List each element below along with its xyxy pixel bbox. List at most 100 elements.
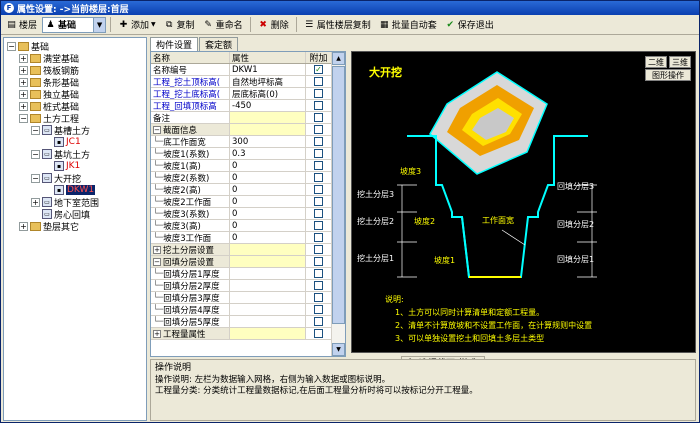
- property-grid[interactable]: 名称 属性 附加 名称编号 DKW1 ✓ 工程_挖土顶标高(自然地坪标高 工程_挖土底标…: [150, 51, 346, 357]
- expand-icon[interactable]: +: [19, 101, 28, 111]
- grid-row[interactable]: └─ 坡度1(系数) 0.3: [151, 148, 345, 160]
- extra-checkbox[interactable]: [314, 221, 323, 230]
- grid-row[interactable]: 工程_挖土顶标高(自然地坪标高: [151, 76, 345, 88]
- extra-checkbox[interactable]: ✓: [314, 65, 323, 74]
- grid-row[interactable]: └─ 坡度2(系数) 0: [151, 172, 345, 184]
- component-type-combo[interactable]: ♟ 基础 ▼: [42, 16, 107, 33]
- expand-icon[interactable]: +: [19, 221, 28, 231]
- expand-icon[interactable]: +: [19, 77, 28, 87]
- tree-node-selected[interactable]: ▪ DKW1: [54, 184, 96, 196]
- grid-cell-value[interactable]: DKW1: [230, 64, 306, 75]
- grid-row[interactable]: 工程_挖土底标高(层底标高(0): [151, 88, 345, 100]
- scroll-up-icon[interactable]: ▲: [332, 52, 345, 65]
- grid-cell-value[interactable]: [230, 280, 306, 291]
- extra-checkbox[interactable]: [314, 281, 323, 290]
- expand-icon[interactable]: +: [19, 89, 28, 99]
- grid-cell-value[interactable]: [230, 304, 306, 315]
- extra-checkbox[interactable]: [314, 209, 323, 218]
- grid-row[interactable]: − 截面信息: [151, 124, 345, 136]
- grid-row[interactable]: − 回填分层设置: [151, 256, 345, 268]
- grid-cell-value[interactable]: 0.3: [230, 148, 306, 159]
- grid-cell-value[interactable]: [230, 124, 306, 135]
- vertical-scrollbar[interactable]: ▲ ▼: [331, 52, 345, 356]
- grid-cell-value[interactable]: 层底标高(0): [230, 88, 306, 99]
- tree-node[interactable]: + 筏板钢筋: [19, 64, 79, 77]
- grid-row[interactable]: └─ 回填分层4厚度: [151, 304, 345, 316]
- extra-checkbox[interactable]: [314, 245, 323, 254]
- grid-cell-value[interactable]: 300: [230, 136, 306, 147]
- rename-button[interactable]: ✎ 重命名: [200, 16, 246, 33]
- extra-checkbox[interactable]: [314, 293, 323, 302]
- extra-checkbox[interactable]: [314, 137, 323, 146]
- grid-cell-value[interactable]: 自然地坪标高: [230, 76, 306, 87]
- tree-node[interactable]: + ▭ 地下室范围: [31, 196, 99, 209]
- grid-row[interactable]: └─ 回填分层2厚度: [151, 280, 345, 292]
- tree-node[interactable]: + 独立基础: [19, 88, 79, 101]
- grid-row[interactable]: └─ 坡度3(高) 0: [151, 220, 345, 232]
- grid-cell-value[interactable]: [230, 268, 306, 279]
- save-exit-button[interactable]: ✔ 保存退出: [442, 16, 497, 33]
- add-button[interactable]: ✚ 添加 ▼: [115, 16, 159, 33]
- grid-row[interactable]: + 挖土分层设置: [151, 244, 345, 256]
- grid-cell-value[interactable]: 0: [230, 208, 306, 219]
- section-toggle-icon[interactable]: −: [153, 125, 161, 134]
- extra-checkbox[interactable]: [314, 125, 323, 134]
- grid-row[interactable]: 备注: [151, 112, 345, 124]
- copy-button[interactable]: ⧉ 复制: [161, 16, 198, 33]
- extra-checkbox[interactable]: [314, 269, 323, 278]
- extra-checkbox[interactable]: [314, 233, 323, 242]
- grid-row[interactable]: └─ 坡度2(高) 0: [151, 184, 345, 196]
- property-floor-copy-button[interactable]: ☰ 属性楼层复制: [301, 16, 374, 33]
- grid-cell-value[interactable]: [230, 244, 306, 255]
- extra-checkbox[interactable]: [314, 113, 323, 122]
- batch-auto-apply-button[interactable]: ▦ 批量自动套: [376, 16, 440, 33]
- grid-cell-value[interactable]: 0: [230, 160, 306, 171]
- collapse-icon[interactable]: −: [31, 173, 40, 183]
- extra-checkbox[interactable]: [314, 329, 323, 338]
- extra-checkbox[interactable]: [314, 161, 323, 170]
- collapse-icon[interactable]: −: [31, 149, 40, 159]
- extra-checkbox[interactable]: [314, 305, 323, 314]
- grid-cell-value[interactable]: 0: [230, 184, 306, 195]
- tree-node[interactable]: − ▭ 基坑土方: [31, 148, 90, 161]
- grid-row[interactable]: └─ 回填分层3厚度: [151, 292, 345, 304]
- extra-checkbox[interactable]: [314, 197, 323, 206]
- tree-node[interactable]: ▪ JK1: [54, 160, 80, 172]
- collapse-icon[interactable]: −: [19, 113, 28, 123]
- floor-button[interactable]: ▤ 楼层: [3, 16, 40, 33]
- grid-cell-value[interactable]: [230, 328, 306, 339]
- grid-cell-value[interactable]: [230, 112, 306, 123]
- tree-node[interactable]: + 条形基础: [19, 76, 79, 89]
- tree-node[interactable]: + 垫层其它: [19, 220, 79, 233]
- extra-checkbox[interactable]: [314, 257, 323, 266]
- grid-row[interactable]: 名称编号 DKW1 ✓: [151, 64, 345, 76]
- extra-checkbox[interactable]: [314, 77, 323, 86]
- extra-checkbox[interactable]: [314, 173, 323, 182]
- extra-checkbox[interactable]: [314, 101, 323, 110]
- tree-node[interactable]: ▪ JC1: [54, 136, 81, 148]
- scroll-thumb[interactable]: [332, 66, 345, 324]
- grid-cell-value[interactable]: [230, 292, 306, 303]
- tree-node[interactable]: − ▭ 大开挖: [31, 172, 81, 185]
- grid-cell-value[interactable]: 0: [230, 196, 306, 207]
- section-toggle-icon[interactable]: +: [153, 329, 161, 338]
- grid-cell-value[interactable]: 0: [230, 172, 306, 183]
- expand-icon[interactable]: +: [19, 53, 28, 63]
- grid-cell-value[interactable]: 0: [230, 220, 306, 231]
- extra-checkbox[interactable]: [314, 149, 323, 158]
- grid-row[interactable]: + 工程量属性: [151, 328, 345, 340]
- grid-cell-value[interactable]: 0: [230, 232, 306, 243]
- component-tree[interactable]: − 基础 + 满堂基础 + 筏板钢筋 + 条形基础 + 独立基础 + 桩式基础: [3, 37, 147, 421]
- grid-row[interactable]: └─ 底工作面宽 300: [151, 136, 345, 148]
- tree-node-root[interactable]: − 基础: [7, 40, 49, 53]
- extra-checkbox[interactable]: [314, 317, 323, 326]
- grid-cell-value[interactable]: [230, 316, 306, 327]
- grid-cell-value[interactable]: -450: [230, 100, 306, 111]
- extra-checkbox[interactable]: [314, 185, 323, 194]
- tree-node[interactable]: ▭ 房心回填: [42, 208, 90, 221]
- expand-icon[interactable]: +: [19, 65, 28, 75]
- tree-node[interactable]: − ▭ 基槽土方: [31, 124, 90, 137]
- collapse-icon[interactable]: −: [31, 125, 40, 135]
- grid-row[interactable]: └─ 坡度3(系数) 0: [151, 208, 345, 220]
- scroll-down-icon[interactable]: ▼: [332, 343, 345, 356]
